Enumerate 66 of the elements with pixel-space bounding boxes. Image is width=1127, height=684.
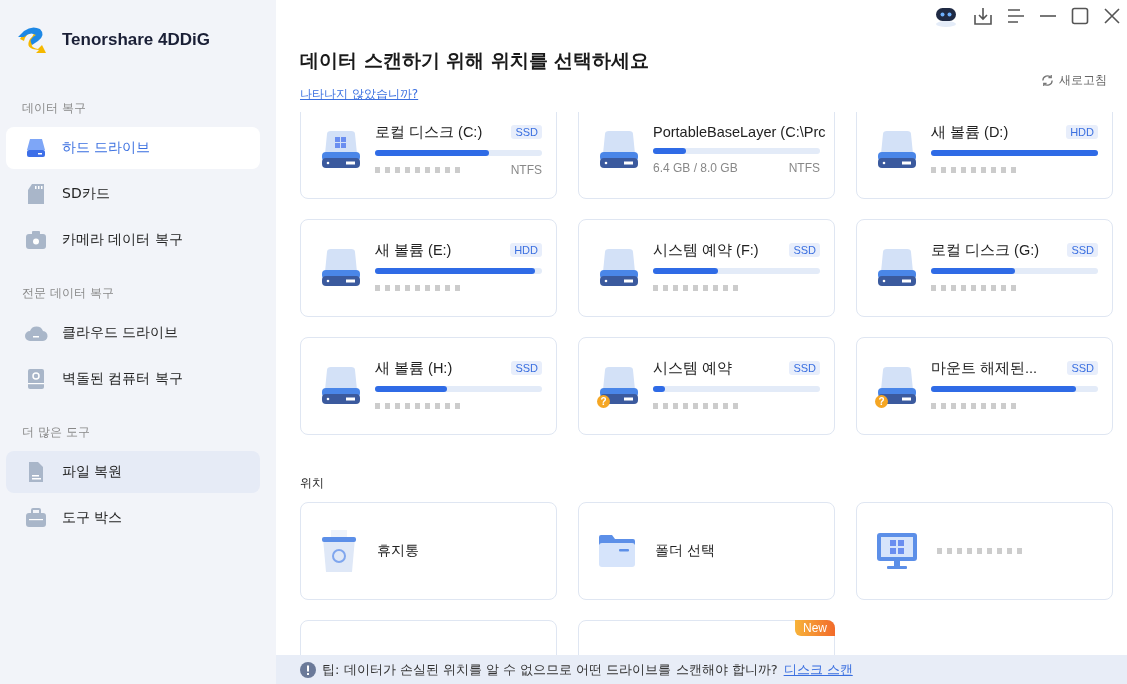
drive-type-badge: HDD <box>510 243 542 257</box>
drive-type-badge: SSD <box>511 361 542 375</box>
drive-name: 새 볼륨 (H:) <box>375 358 453 378</box>
drive-type-badge: SSD <box>511 125 542 139</box>
usage-text: 6.4 GB / 8.0 GB <box>653 161 738 175</box>
filesystem-label: NTFS <box>788 161 820 175</box>
warning-badge: ? <box>875 395 888 408</box>
new-badge: New <box>795 620 835 636</box>
drive-card[interactable]: 로컬 디스크 (C:) SSD NTFS <box>300 112 557 199</box>
drive-icon <box>24 136 48 160</box>
download-icon[interactable] <box>973 6 993 26</box>
location-card[interactable]: 휴지통 <box>300 502 557 600</box>
sidebar-item[interactable]: 벽돌된 컴퓨터 복구 <box>6 358 260 400</box>
drive-card[interactable]: 새 볼륨 (H:) SSD <box>300 337 557 435</box>
drive-type-badge: SSD <box>1067 361 1098 375</box>
camera-icon <box>24 228 48 252</box>
menu-icon[interactable] <box>1007 8 1025 24</box>
location-card[interactable]: 폴더 선택 <box>578 502 835 600</box>
sidebar-item[interactable]: 카메라 데이터 복구 <box>6 219 260 261</box>
warning-badge: ? <box>597 395 610 408</box>
location-label: 폴더 선택 <box>655 542 716 560</box>
location-card[interactable] <box>856 502 1113 600</box>
sidebar-item[interactable]: SD카드 <box>6 173 260 215</box>
drive-card[interactable]: 로컬 디스크 (G:) SSD <box>856 219 1113 317</box>
refresh-button[interactable]: 새로고침 <box>1041 72 1107 89</box>
location-label: 휴지통 <box>377 542 419 560</box>
drive-name: 로컬 디스크 (G:) <box>931 240 1040 260</box>
drive-name: 로컬 디스크 (C:) <box>375 122 483 142</box>
drive-card[interactable]: 새 볼륨 (E:) HDD <box>300 219 557 317</box>
drive-name: 새 볼륨 (D:) <box>931 122 1009 142</box>
close-icon[interactable] <box>1103 7 1121 25</box>
tip-text: 팁: 데이터가 손실된 위치를 알 수 없으므로 어떤 드라이브를 스캔해야 합니까? <box>322 660 778 679</box>
maximize-icon[interactable] <box>1071 7 1089 25</box>
section-title: 위치 <box>300 475 325 492</box>
drive-name: 시스템 예약 (F:) <box>653 240 759 260</box>
filesystem-label: NTFS <box>510 162 542 177</box>
section-title: 더 많은 도구 <box>21 424 91 441</box>
drive-card[interactable]: ? 시스템 예약 SSD <box>578 337 835 435</box>
drive-card[interactable]: 새 볼륨 (D:) HDD <box>856 112 1113 199</box>
drive-type-badge: SSD <box>1067 243 1098 257</box>
section-title: 전문 데이터 복구 <box>21 285 115 302</box>
drive-card[interactable]: 시스템 예약 (F:) SSD <box>578 219 835 317</box>
sidebar-item[interactable]: 하드 드라이브 <box>6 127 260 169</box>
sidebar-item[interactable]: 클라우드 드라이브 <box>6 312 260 354</box>
drive-card[interactable]: PortableBaseLayer (C:\Prc 6.4 GB / 8.0 GB NTFS <box>578 112 835 199</box>
refresh-icon <box>1041 74 1054 87</box>
app-name: Tenorshare 4DDiG <box>62 30 210 50</box>
monitor-icon <box>875 531 919 571</box>
recycle-bin-icon <box>319 528 359 574</box>
drive-name: 새 볼륨 (E:) <box>375 240 452 260</box>
info-icon <box>300 661 316 678</box>
page-title: 데이터 스캔하기 위해 위치를 선택하세요 <box>300 48 650 73</box>
drive-card[interactable]: ? 마운트 해제된... SSD <box>856 337 1113 435</box>
drive-name: PortableBaseLayer (C:\Prc <box>653 124 826 140</box>
drive-name: 마운트 해제된... <box>931 358 1038 378</box>
toolbox-icon <box>24 506 48 530</box>
section-title: 데이터 복구 <box>21 100 87 117</box>
folder-icon <box>597 533 637 569</box>
help-link[interactable]: 나타나지 않았습니까? <box>300 86 419 103</box>
disk-scan-link[interactable]: 디스크 스캔 <box>783 660 853 679</box>
sidebar-item[interactable]: 파일 복원 <box>6 451 260 493</box>
drive-type-badge: HDD <box>1066 125 1098 139</box>
drive-type-badge: SSD <box>789 243 820 257</box>
drive-name: 시스템 예약 <box>653 358 733 378</box>
sidebar-item[interactable]: 도구 박스 <box>6 497 260 539</box>
drive-type-badge: SSD <box>789 361 820 375</box>
